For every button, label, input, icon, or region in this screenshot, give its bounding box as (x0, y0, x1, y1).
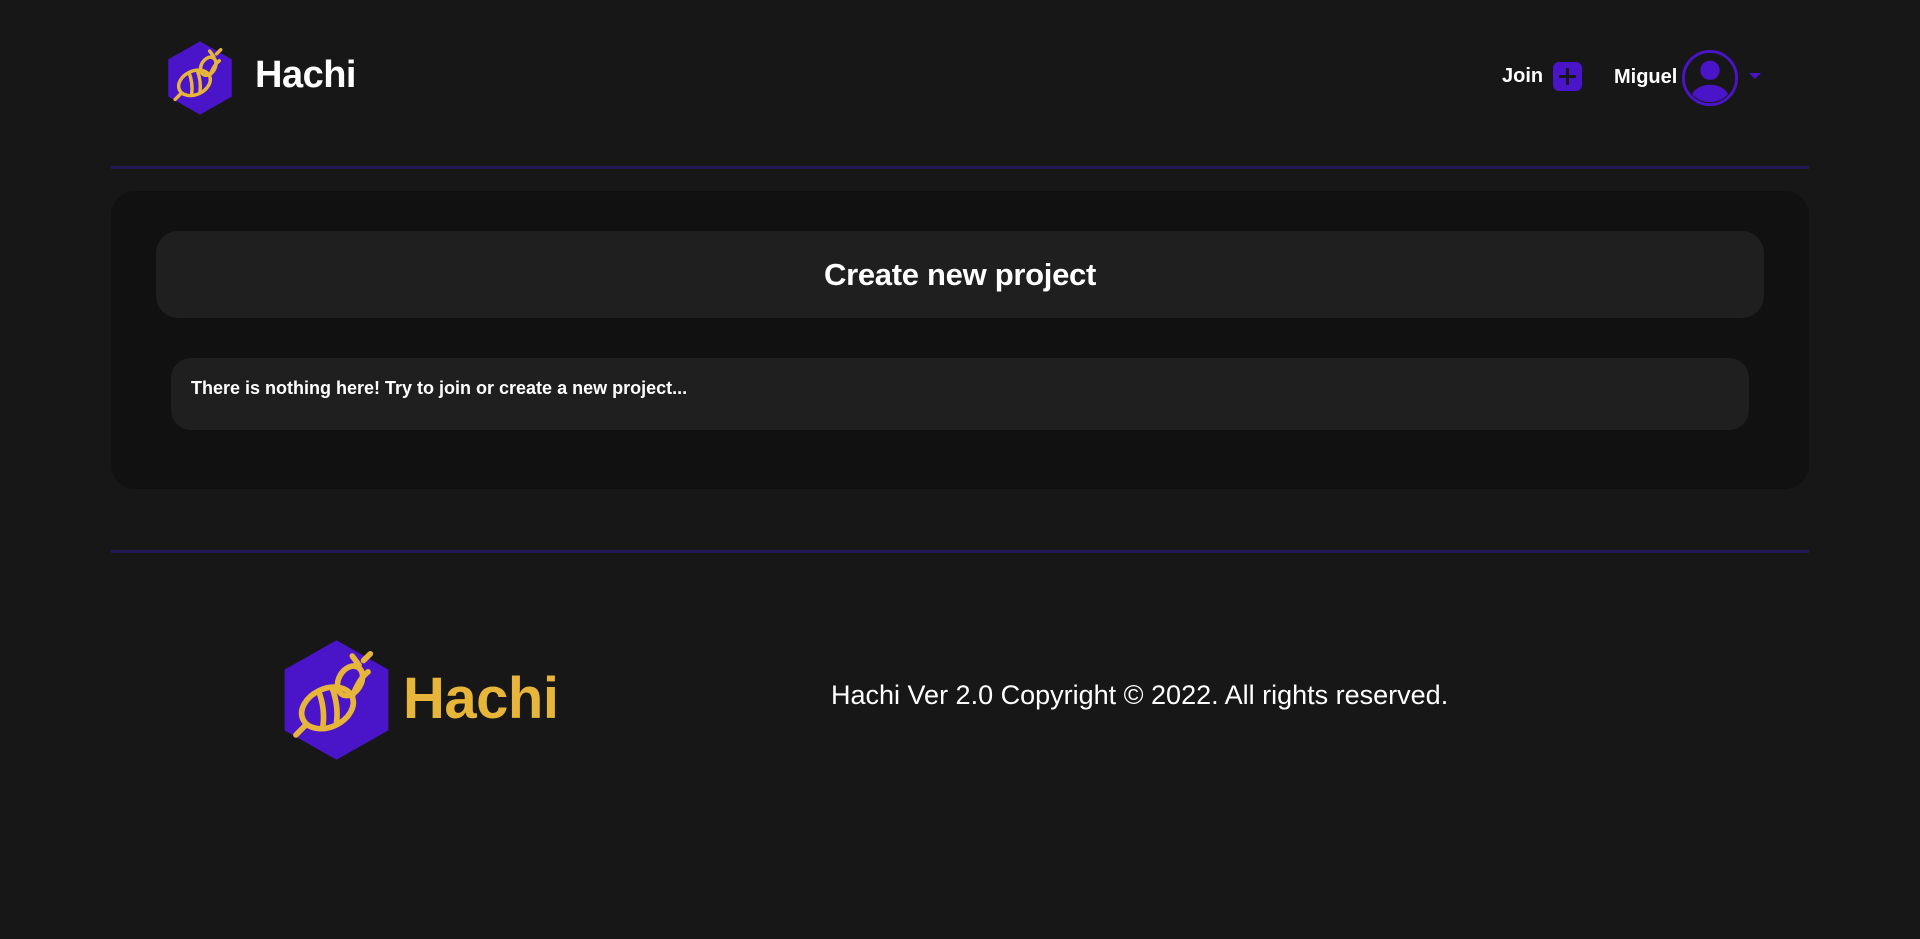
footer-divider (111, 550, 1809, 553)
projects-panel: Create new project There is nothing here… (111, 191, 1809, 489)
join-button[interactable]: Join (1502, 62, 1583, 91)
join-label: Join (1502, 65, 1544, 87)
user-avatar-icon (1682, 49, 1739, 107)
plus-icon (1553, 62, 1583, 91)
top-navbar: Hachi Join Miguel (0, 0, 1920, 150)
user-menu[interactable]: Miguel (1614, 49, 1762, 107)
brand-name: Hachi (255, 53, 356, 96)
copyright-text: Hachi Ver 2.0 Copyright © 2022. All righ… (831, 680, 1449, 710)
create-project-label: Create new project (824, 256, 1096, 292)
bee-hexagon-icon (284, 640, 389, 760)
bee-hexagon-icon (168, 41, 232, 115)
header-divider (111, 166, 1809, 169)
footer-brand-name: Hachi (403, 665, 559, 731)
caret-down-icon (1749, 73, 1762, 79)
user-name: Miguel (1614, 65, 1678, 88)
footer-brand: Hachi (280, 638, 559, 762)
brand-home-link[interactable]: Hachi (165, 40, 356, 116)
empty-projects-message: There is nothing here! Try to join or cr… (171, 358, 1749, 430)
create-project-button[interactable]: Create new project (156, 231, 1764, 318)
empty-message-text: There is nothing here! Try to join or cr… (191, 378, 688, 398)
